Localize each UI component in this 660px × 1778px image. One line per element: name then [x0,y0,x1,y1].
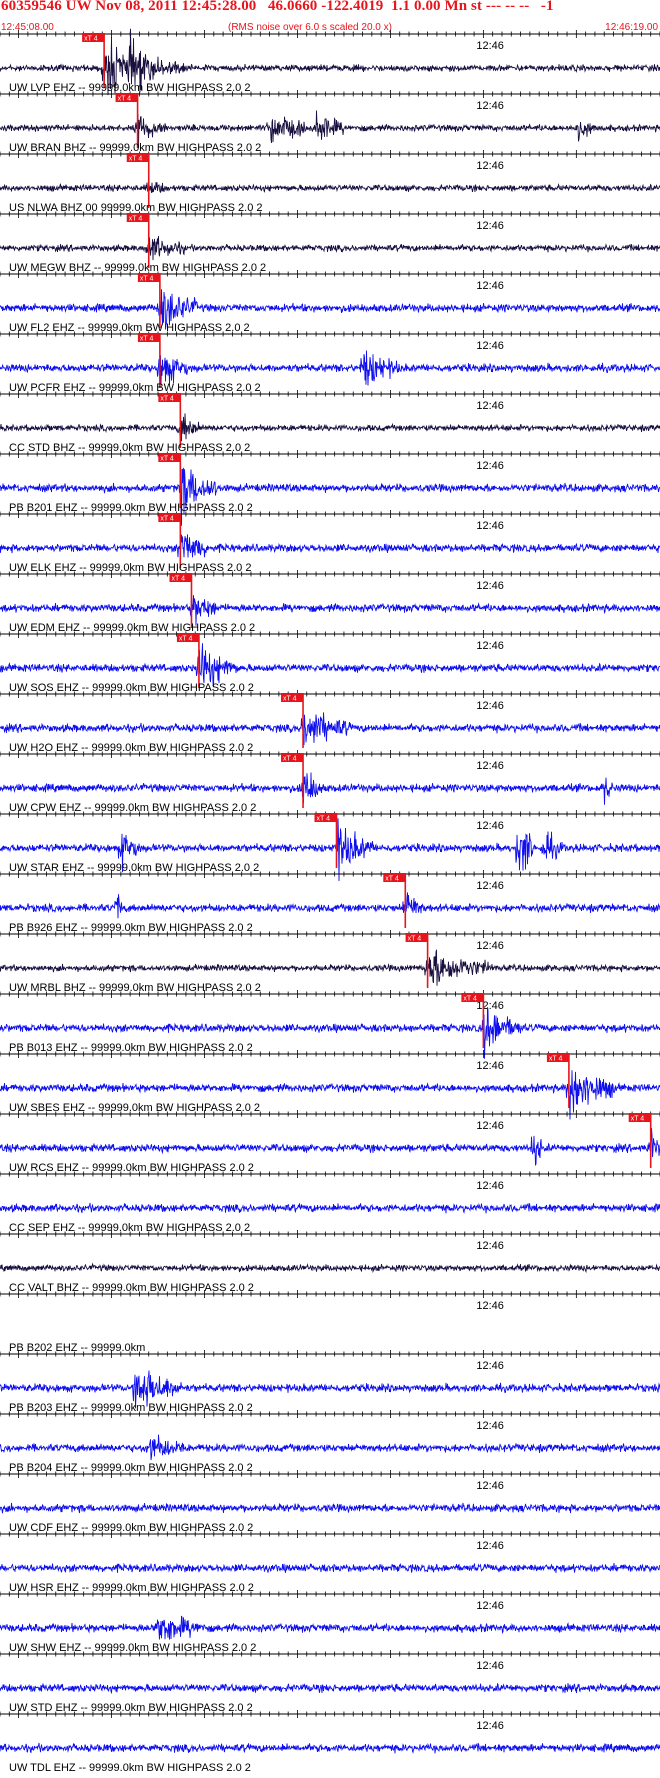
station-label: PB B202 EHZ -- 99999.0km [9,1342,145,1354]
time-mark-label: 12:46 [476,100,504,112]
waveform-trace [0,413,660,442]
station-label: PB B204 EHZ -- 99999.0km BW HIGHPASS 2.0… [9,1462,253,1474]
waveform-trace [0,1262,660,1274]
waveform-trace [0,643,660,688]
waveform-trace [0,892,660,919]
waveform-trace [0,1434,660,1461]
waveform-trace [0,235,660,261]
time-mark-label: 12:46 [476,700,504,712]
waveform-trace [0,772,660,805]
time-mark-label: 12:46 [476,1480,504,1492]
waveform-trace [0,1202,660,1214]
pick-label: xT 4 [160,396,174,403]
time-mark-label: 12:46 [476,460,504,472]
waveform-trace [0,350,660,386]
station-label: UW STD EHZ -- 99999.0km BW HIGHPASS 2.0 … [9,1702,253,1714]
pick-label: xT 4 [160,516,174,523]
waveform-trace [0,1127,660,1167]
time-mark-label: 12:46 [476,520,504,532]
pick-label: xT 4 [84,36,98,43]
time-mark-label: 12:46 [476,340,504,352]
time-mark-label: 12:46 [476,220,504,232]
pick-label: xT 4 [140,336,154,343]
time-mark-label: 12:46 [476,580,504,592]
pick-label: xT 4 [140,276,154,283]
station-label: UW LVP EHZ -- 99999.0km BW HIGHPASS 2.0 … [9,82,250,94]
station-label: US NLWA BHZ 00 99999.0km BW HIGHPASS 2.0… [9,202,263,214]
time-mark-label: 12:46 [476,1660,504,1672]
pick-label: xT 4 [463,996,477,1003]
time-mark-label: 12:46 [476,280,504,292]
waveform-trace [0,1615,660,1640]
waveform-trace [0,589,660,626]
pick-label: xT 4 [129,156,143,163]
pick-label: xT 4 [317,816,331,823]
pick-label: xT 4 [129,216,143,223]
waveform-trace [0,467,660,526]
pick-label: xT 4 [549,1056,563,1063]
time-mark-label: 12:46 [476,1600,504,1612]
pick-label: xT 4 [171,576,185,583]
station-label: UW SOS EHZ -- 99999.0km BW HIGHPASS 2.0 … [9,682,254,694]
pick-label: xT 4 [160,456,174,463]
pick-label: xT 4 [408,936,422,943]
time-mark-label: 12:46 [476,1120,504,1132]
waveform-trace [0,1562,660,1573]
station-label: UW EDM EHZ -- 99999.0km BW HIGHPASS 2.0 … [9,622,255,634]
time-mark-label: 12:46 [476,40,504,52]
pick-label: xT 4 [631,1116,645,1123]
time-mark-label: 12:46 [476,940,504,952]
time-mark-label: 12:46 [476,640,504,652]
waveform-trace [0,1682,660,1695]
pick-label: xT 4 [179,636,193,643]
station-label: UW HSR EHZ -- 99999.0km BW HIGHPASS 2.0 … [9,1582,254,1594]
waveform-trace [0,712,660,746]
waveform-trace [0,949,660,986]
station-label: UW TDL EHZ -- 99999.0km BW HIGHPASS 2.0 … [9,1762,251,1774]
station-label: UW CDF EHZ -- 99999.0km BW HIGHPASS 2.0 … [9,1522,253,1534]
pick-label: xT 4 [118,96,132,103]
station-label: UW H2O EHZ -- 99999.0km BW HIGHPASS 2.0 … [9,742,253,754]
station-label: UW MEGW BHZ -- 99999.0km BW HIGHPASS 2.0… [9,262,266,274]
time-mark-label: 12:46 [476,1180,504,1192]
time-mark-label: 12:46 [476,820,504,832]
seismogram-plot: 12:46 xT 4 UW LVP EHZ -- 99999.0km BW HIGH… [0,28,660,1774]
waveform-trace [0,182,660,194]
station-label: UW RCS EHZ -- 99999.0km BW HIGHPASS 2.0 … [9,1162,254,1174]
time-mark-label: 12:46 [476,1360,504,1372]
station-label: PB B013 EHZ -- 99999.0km BW HIGHPASS 2.0… [9,1042,253,1054]
station-label: PB B203 EHZ -- 99999.0km BW HIGHPASS 2.0… [9,1402,253,1414]
pick-label: xT 4 [385,876,399,883]
pick-label: xT 4 [283,696,297,703]
time-mark-label: 12:46 [476,760,504,772]
time-mark-label: 12:46 [476,1060,504,1072]
station-label: CC VALT BHZ -- 99999.0km BW HIGHPASS 2.0… [9,1282,254,1294]
pick-label: xT 4 [283,756,297,763]
waveform-trace [0,1742,660,1754]
time-mark-label: 12:46 [476,160,504,172]
time-mark-label: 12:46 [476,1240,504,1252]
time-mark-label: 12:46 [476,400,504,412]
waveform-trace [0,534,660,558]
time-mark-label: 12:46 [476,1720,504,1732]
time-mark-label: 12:46 [476,880,504,892]
time-mark-label: 12:46 [476,1420,504,1432]
time-mark-label: 12:46 [476,1300,504,1312]
station-label: PB B926 EHZ -- 99999.0km BW HIGHPASS 2.0… [9,922,253,934]
time-mark-label: 12:46 [476,1540,504,1552]
station-label: PB B201 EHZ -- 99999.0km BW HIGHPASS 2.0… [9,502,253,514]
waveform-trace [0,1502,660,1514]
